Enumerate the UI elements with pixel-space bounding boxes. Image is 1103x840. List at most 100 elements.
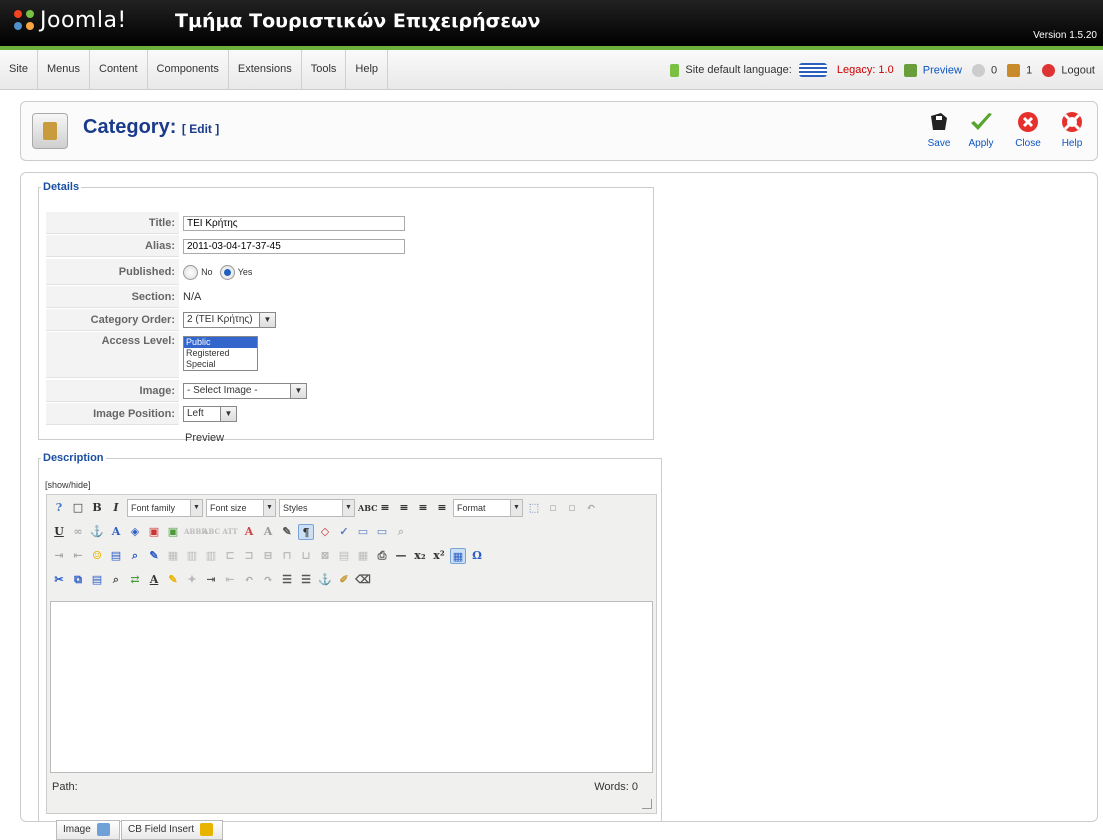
apply-button[interactable]: Apply: [961, 110, 1001, 156]
help-button[interactable]: Help: [1052, 110, 1092, 156]
numbered-list-icon[interactable]: ☰: [298, 572, 314, 588]
strikethrough-icon[interactable]: ABC: [358, 500, 377, 516]
paste-icon[interactable]: ▤: [89, 572, 105, 588]
edit-icon[interactable]: ✎: [146, 548, 162, 564]
image-insert-icon[interactable]: ▣: [165, 524, 181, 540]
media-icon[interactable]: ▤: [108, 548, 124, 564]
access-option-public[interactable]: Public: [184, 337, 257, 348]
cb-field-insert-button[interactable]: CB Field Insert: [121, 820, 223, 840]
justify-icon[interactable]: ≡: [434, 500, 450, 516]
print-icon[interactable]: ⎙: [374, 548, 390, 564]
bullet-list-icon[interactable]: ☰: [279, 572, 295, 588]
col-after-icon[interactable]: ⊔: [298, 548, 314, 564]
copy-icon[interactable]: ⧉: [70, 572, 86, 588]
text-color-icon[interactable]: A: [146, 572, 162, 588]
code-icon[interactable]: ▣: [146, 524, 162, 540]
highlight-color-icon[interactable]: ✎: [165, 572, 181, 588]
indent-icon[interactable]: ⇥: [203, 572, 219, 588]
image-button[interactable]: Image: [56, 820, 120, 840]
select-all-icon[interactable]: ⬚: [526, 500, 542, 516]
align-center-icon[interactable]: ≡: [396, 500, 412, 516]
superscript-icon[interactable]: x²: [431, 548, 447, 564]
emoticon-icon[interactable]: ☺: [89, 548, 105, 564]
row-props-icon[interactable]: ▥: [184, 548, 200, 564]
image-position-select[interactable]: Left ▼: [183, 406, 237, 423]
menu-tools[interactable]: Tools: [302, 50, 347, 90]
paste-icon[interactable]: ▫: [564, 500, 580, 516]
italic-icon[interactable]: I: [108, 500, 124, 516]
attribs-icon[interactable]: ATT: [222, 524, 238, 540]
close-button[interactable]: Close: [1008, 110, 1048, 156]
align-left-icon[interactable]: ≡: [377, 500, 393, 516]
access-listbox[interactable]: Public Registered Special: [183, 336, 258, 371]
published-yes-radio[interactable]: [219, 264, 235, 280]
del-icon[interactable]: A: [241, 524, 257, 540]
editor-content-area[interactable]: [50, 601, 653, 773]
cut-icon[interactable]: ✂: [51, 572, 67, 588]
link-icon[interactable]: ∞: [70, 524, 86, 540]
redo-icon[interactable]: ↷: [260, 572, 276, 588]
source-icon[interactable]: ◈: [127, 524, 143, 540]
abbr-icon[interactable]: ABBR: [184, 524, 207, 540]
image-select[interactable]: - Select Image - ▼: [183, 383, 307, 400]
spellcheck-icon[interactable]: A: [108, 524, 124, 540]
fullscreen-icon[interactable]: ▦: [450, 548, 466, 564]
menu-help[interactable]: Help: [346, 50, 389, 90]
undo-icon[interactable]: ↶: [241, 572, 257, 588]
messages-status[interactable]: 0: [971, 63, 997, 77]
layer-forward-icon[interactable]: ▭: [374, 524, 390, 540]
anchor-insert-icon[interactable]: ⚓: [317, 572, 333, 588]
split-cells-icon[interactable]: ▤: [336, 548, 352, 564]
paragraph-icon[interactable]: ¶: [298, 524, 314, 540]
merge-cells-icon[interactable]: ▦: [355, 548, 371, 564]
alias-field[interactable]: [183, 239, 405, 254]
anchor-icon[interactable]: ⚓: [89, 524, 105, 540]
published-no-radio[interactable]: [183, 264, 198, 280]
style-icon[interactable]: ✎: [279, 524, 295, 540]
row-after-icon[interactable]: ⊐: [241, 548, 257, 564]
resize-handle-icon[interactable]: [642, 799, 652, 809]
align-right-icon[interactable]: ≡: [415, 500, 431, 516]
special-char-icon[interactable]: Ω: [469, 548, 485, 564]
eraser-icon[interactable]: ⌫: [355, 572, 371, 588]
underline-icon[interactable]: U: [51, 524, 67, 540]
menu-content[interactable]: Content: [90, 50, 148, 90]
html-icon[interactable]: ◇: [317, 524, 333, 540]
cell-props-icon[interactable]: ▥: [203, 548, 219, 564]
format-select[interactable]: Format ▼: [453, 499, 523, 517]
delete-col-icon[interactable]: ⊠: [317, 548, 333, 564]
check-spelling-icon[interactable]: ✓: [336, 524, 352, 540]
access-option-registered[interactable]: Registered: [184, 348, 257, 359]
logout-link[interactable]: Logout: [1042, 63, 1095, 77]
access-option-special[interactable]: Special: [184, 359, 257, 370]
outdent-icon[interactable]: ⇤: [222, 572, 238, 588]
help-icon[interactable]: ?: [51, 500, 67, 516]
bold-icon[interactable]: B: [89, 500, 105, 516]
font-family-select[interactable]: Font family ▼: [127, 499, 203, 517]
save-button[interactable]: Save: [919, 110, 959, 156]
replace-icon[interactable]: ⇄: [127, 572, 143, 588]
delete-row-icon[interactable]: ⊟: [260, 548, 276, 564]
styles-select[interactable]: Styles ▼: [279, 499, 355, 517]
ins-icon[interactable]: A: [260, 524, 276, 540]
order-select[interactable]: 2 (TEI Κρήτης) ▼: [183, 312, 276, 329]
copy-icon[interactable]: ▫: [545, 500, 561, 516]
unlink-icon[interactable]: ✦: [184, 572, 200, 588]
col-before-icon[interactable]: ⊓: [279, 548, 295, 564]
font-size-select[interactable]: Font size ▼: [206, 499, 276, 517]
acronym-icon[interactable]: ABC: [203, 524, 220, 540]
preview-icon[interactable]: ⌕: [127, 548, 143, 564]
cleanup-icon[interactable]: ⌕: [393, 524, 409, 540]
subscript-icon[interactable]: x₂: [412, 548, 428, 564]
new-document-icon[interactable]: □: [70, 500, 86, 516]
horizontal-rule-icon[interactable]: —: [393, 548, 409, 564]
menu-extensions[interactable]: Extensions: [229, 50, 302, 90]
title-field[interactable]: [183, 216, 405, 231]
layer-icon[interactable]: ▭: [355, 524, 371, 540]
brush-icon[interactable]: ✐: [336, 572, 352, 588]
menu-components[interactable]: Components: [148, 50, 229, 90]
search-icon[interactable]: ⌕: [108, 572, 124, 588]
row-before-icon[interactable]: ⊏: [222, 548, 238, 564]
table-icon[interactable]: ▦: [165, 548, 181, 564]
menu-menus[interactable]: Menus: [38, 50, 90, 90]
